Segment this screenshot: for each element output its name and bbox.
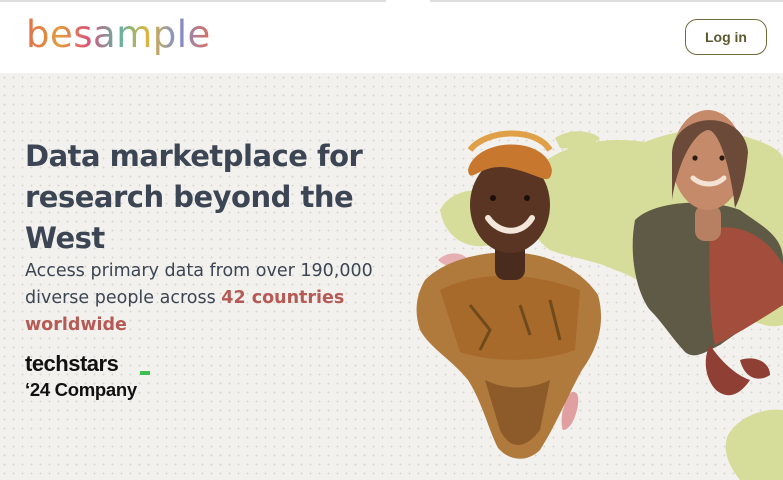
techstars-badge: techstars ‘24 Company [25, 351, 150, 402]
header-divider [0, 0, 386, 2]
top-header: besample Log in [0, 0, 783, 73]
hero-headline: Data marketplace for research beyond the… [25, 136, 425, 259]
techstars-wordmark: techstars [25, 351, 150, 376]
headline-line: research beyond the [25, 180, 354, 214]
map-australia-shape [725, 409, 783, 480]
besample-logo[interactable]: besample [26, 15, 211, 55]
login-button[interactable]: Log in [685, 19, 767, 55]
hero-illustration [416, 110, 783, 480]
techstars-company-year: ‘24 Company [25, 379, 137, 400]
techstars-underscore [140, 371, 150, 375]
header-divider [430, 0, 783, 2]
techstars-label: techstars [25, 351, 119, 376]
headline-line: Data marketplace for [25, 139, 363, 173]
headline-line: West [25, 221, 105, 255]
hero-subtitle: Access primary data from over 190,000 di… [25, 258, 415, 339]
